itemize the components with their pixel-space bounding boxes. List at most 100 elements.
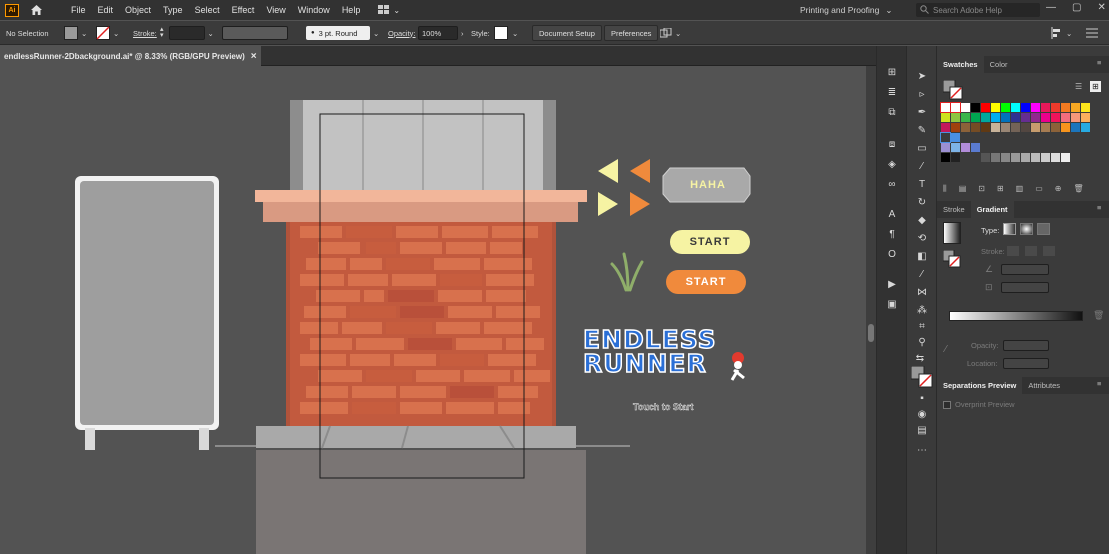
stroke-within-icon[interactable] (1007, 246, 1019, 256)
linear-gradient-icon[interactable] (1003, 223, 1016, 235)
freeform-gradient-icon[interactable] (1037, 223, 1050, 235)
stroke-across-icon[interactable] (1043, 246, 1055, 256)
close-tab-icon[interactable]: × (251, 51, 257, 62)
pen-tool-icon[interactable]: ✒ (915, 106, 929, 118)
brush-definition[interactable]: ● 3 pt. Round ⌄ (306, 25, 379, 41)
align-options-button[interactable]: ⌄ (1050, 25, 1072, 41)
opacity-field[interactable]: 100% › (418, 25, 464, 41)
vertical-scrollbar[interactable] (866, 66, 876, 554)
arrange-icon[interactable]: ⌄ (660, 25, 681, 41)
more-tools-icon[interactable]: ⋯ (915, 444, 929, 456)
panel-menu-icon[interactable]: ≡ (1097, 203, 1101, 212)
symbol-sprayer-tool-icon[interactable]: ⁂ (915, 304, 929, 316)
overprint-checkbox[interactable] (943, 400, 951, 409)
gradient-fill-stroke[interactable] (942, 249, 961, 270)
document-info-icon[interactable]: ▣ (885, 298, 899, 310)
paintbrush-tool-icon[interactable]: ⁄ (915, 160, 929, 172)
gradient-location-field[interactable] (1003, 358, 1049, 369)
panel-menu-icon[interactable]: ≡ (1097, 379, 1101, 388)
menu-edit[interactable]: Edit (92, 5, 120, 15)
rotate-tool-icon[interactable]: ↻ (915, 196, 929, 208)
workspace-switcher[interactable]: Printing and Proofing ⌄ (800, 3, 893, 17)
new-group-icon[interactable]: ▭ (1035, 184, 1043, 194)
character-icon[interactable]: A (885, 208, 899, 220)
list-view-icon[interactable]: ☰ (1075, 82, 1082, 91)
minimize-icon[interactable]: — (1046, 2, 1056, 13)
pathfinder-icon[interactable]: ⧈ (885, 138, 899, 150)
stroke-label[interactable]: Stroke: (133, 25, 157, 41)
tab-attributes[interactable]: Attributes (1022, 377, 1066, 394)
paragraph-icon[interactable]: ¶ (885, 228, 899, 240)
direct-selection-tool-icon[interactable]: ▹ (915, 88, 929, 100)
selection-tool-icon[interactable]: ➤ (915, 70, 929, 82)
menu-window[interactable]: Window (292, 5, 336, 15)
delete-swatch-icon[interactable]: 🗑 (1073, 184, 1083, 194)
stroke-weight-stepper[interactable]: ▴ ▾ ⌄ (160, 25, 214, 41)
tab-swatches[interactable]: Swatches (937, 56, 984, 73)
document-tab[interactable]: endlessRunner-2Dbackground.ai* @ 8.33% (… (0, 46, 261, 66)
eyedropper-tool-icon[interactable]: ⁄ (915, 268, 929, 280)
radial-gradient-icon[interactable] (1020, 223, 1033, 235)
blend-tool-icon[interactable]: ⋈ (915, 286, 929, 298)
preferences-button[interactable]: Preferences (604, 25, 659, 41)
gradient-slider[interactable] (949, 311, 1083, 321)
stroke-along-icon[interactable] (1025, 246, 1037, 256)
tab-separations-preview[interactable]: Separations Preview (937, 377, 1023, 394)
gradient-opacity-field[interactable] (1003, 340, 1049, 351)
rectangle-tool-icon[interactable]: ▭ (915, 142, 929, 154)
search-help-input[interactable]: Search Adobe Help (916, 3, 1040, 17)
fill-stroke-widget[interactable] (910, 365, 933, 388)
panel-menu-icon[interactable] (1086, 25, 1098, 41)
graphic-style-swatch[interactable]: ⌄ (494, 25, 518, 41)
eyedropper-icon[interactable]: ⁄ (945, 344, 947, 355)
stroke-swatch[interactable]: ⌄ (96, 25, 119, 41)
arrange-documents-button[interactable]: ⌄ (378, 5, 400, 15)
fill-stroke-indicator[interactable] (942, 79, 963, 102)
fill-swatch[interactable]: ⌄ (64, 25, 87, 41)
actions-icon[interactable]: ▶ (885, 278, 899, 290)
eraser-tool-icon[interactable]: ◆ (915, 214, 929, 226)
close-icon[interactable]: ✕ (1097, 2, 1105, 13)
maximize-icon[interactable]: ▢ (1072, 2, 1081, 13)
menu-file[interactable]: File (65, 5, 92, 15)
tab-stroke[interactable]: Stroke (937, 201, 971, 218)
trash-icon[interactable]: 🗑 (1093, 310, 1104, 321)
zoom-tool-icon[interactable]: ⚲ (915, 336, 929, 348)
tab-color[interactable]: Color (984, 56, 1014, 73)
swap-colors-icon[interactable]: ⇆ (913, 352, 927, 364)
artboard-tool-icon[interactable]: ⌗ (915, 320, 929, 332)
menu-object[interactable]: Object (119, 5, 157, 15)
menu-help[interactable]: Help (336, 5, 367, 15)
screen-mode-icon[interactable]: ▤ (915, 424, 929, 436)
home-icon[interactable] (29, 3, 43, 17)
artboards-icon[interactable]: ⊞ (885, 66, 899, 78)
angle-field[interactable] (1001, 264, 1049, 275)
menu-effect[interactable]: Effect (226, 5, 261, 15)
menu-view[interactable]: View (260, 5, 291, 15)
artboard-canvas[interactable]: HAHA START START ENDLESS RUNNER Touch to… (0, 66, 866, 554)
panel-menu-icon[interactable]: ≡ (1097, 58, 1101, 67)
gradient-thumbnail[interactable] (943, 222, 961, 244)
swatch-kinds-icon[interactable]: ⊡ (978, 184, 985, 194)
opacity-label[interactable]: Opacity: (388, 25, 416, 41)
swatch-options-icon[interactable]: ⊞ (997, 184, 1004, 194)
links-icon[interactable]: ∞ (885, 178, 899, 190)
thumbnail-view-icon[interactable]: ⊞ (1090, 81, 1101, 92)
opentype-icon[interactable]: O (885, 248, 899, 260)
warp-tool-icon[interactable]: ⟲ (915, 232, 929, 244)
color-group-icon[interactable]: ▥ (1016, 184, 1024, 194)
overprint-preview-option[interactable]: Overprint Preview (943, 400, 1015, 409)
draw-mode-icon[interactable]: ◉ (915, 408, 929, 420)
layers-icon[interactable]: ◈ (885, 158, 899, 170)
stroke-weight-field[interactable] (168, 26, 205, 40)
shape-builder-tool-icon[interactable]: ◧ (915, 250, 929, 262)
aspect-ratio-field[interactable] (1001, 282, 1049, 293)
menu-select[interactable]: Select (189, 5, 226, 15)
swatches-grid[interactable] (940, 102, 1090, 162)
opacity-value[interactable]: 100% (418, 26, 458, 40)
place-swatches-icon[interactable]: ▤ (959, 184, 967, 194)
menu-type[interactable]: Type (157, 5, 189, 15)
curvature-tool-icon[interactable]: ✎ (915, 124, 929, 136)
tab-gradient[interactable]: Gradient (970, 201, 1014, 218)
asset-export-icon[interactable]: ⧉ (885, 106, 899, 118)
